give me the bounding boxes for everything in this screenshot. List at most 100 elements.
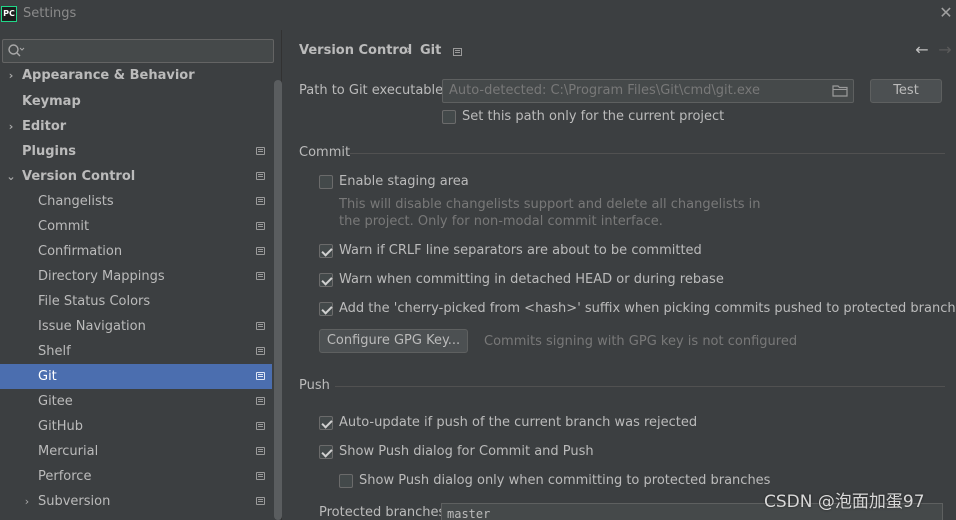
sidebar-item-issue-navigation[interactable]: Issue Navigation xyxy=(0,314,272,339)
chevron-right-icon[interactable]: › xyxy=(21,489,33,514)
sidebar-item-keymap[interactable]: Keymap xyxy=(0,89,272,114)
current-project-only-label: Set this path only for the current proje… xyxy=(462,109,725,124)
sidebar-item-label: Commit xyxy=(38,219,90,234)
gpg-status-text: Commits signing with GPG key is not conf… xyxy=(484,334,798,349)
warn-crlf-label: Warn if CRLF line separators are about t… xyxy=(339,243,702,258)
project-scope-icon xyxy=(256,147,265,155)
forward-arrow-icon[interactable]: → xyxy=(936,39,954,61)
project-scope-icon xyxy=(256,247,265,255)
pycharm-app-icon: PC xyxy=(1,6,17,22)
project-scope-icon xyxy=(256,497,265,505)
sidebar-item-label: Gitee xyxy=(38,394,73,409)
search-box[interactable] xyxy=(2,39,274,63)
push-section-title: Push xyxy=(299,378,330,393)
settings-sidebar: › Appearance & Behavior Keymap › Editor Plugi… xyxy=(0,30,282,520)
sidebar-item-appearance-behavior[interactable]: › Appearance & Behavior xyxy=(0,63,272,88)
git-path-label: Path to Git executable: xyxy=(299,83,448,98)
sidebar-item-changelists[interactable]: Changelists xyxy=(0,189,272,214)
sidebar-item-mercurial[interactable]: Mercurial xyxy=(0,439,272,464)
sidebar-item-git[interactable]: Git xyxy=(0,364,272,389)
project-scope-icon xyxy=(256,422,265,430)
warn-detached-head-checkbox[interactable] xyxy=(319,273,333,287)
project-scope-icon xyxy=(256,197,265,205)
project-scope-icon xyxy=(256,347,265,355)
sidebar-item-label: Git xyxy=(38,369,57,384)
staging-hint-line1: This will disable changelists support an… xyxy=(339,197,761,212)
search-icon xyxy=(8,44,25,57)
chevron-right-icon[interactable]: › xyxy=(5,63,17,88)
show-push-protected-checkbox[interactable] xyxy=(339,474,353,488)
project-scope-icon xyxy=(256,472,265,480)
sidebar-item-confirmation[interactable]: Confirmation xyxy=(0,239,272,264)
sidebar-item-label: Changelists xyxy=(38,194,114,209)
project-scope-icon xyxy=(256,447,265,455)
sidebar-item-label: Subversion xyxy=(38,494,111,509)
sidebar-item-gitee[interactable]: Gitee xyxy=(0,389,272,414)
protected-branches-label: Protected branches: xyxy=(319,505,450,520)
project-scope-icon xyxy=(256,222,265,230)
auto-update-label: Auto-update if push of the current branc… xyxy=(339,415,698,430)
test-button[interactable]: Test xyxy=(870,79,942,103)
sidebar-item-subversion[interactable]: › Subversion xyxy=(0,489,272,514)
sidebar-item-label: Plugins xyxy=(22,144,76,159)
push-section-divider xyxy=(335,386,945,387)
commit-section-title: Commit xyxy=(299,145,351,160)
sidebar-item-label: Perforce xyxy=(38,469,92,484)
git-path-input[interactable]: Auto-detected: C:\Program Files\Git\cmd\… xyxy=(442,79,854,103)
warn-detached-head-label: Warn when committing in detached HEAD or… xyxy=(339,272,724,287)
chevron-down-icon[interactable]: ⌄ xyxy=(5,164,17,189)
back-arrow-icon[interactable]: ← xyxy=(913,39,931,61)
enable-staging-checkbox[interactable] xyxy=(319,175,333,189)
configure-gpg-key-button[interactable]: Configure GPG Key... xyxy=(319,329,468,353)
breadcrumb-separator: › xyxy=(406,43,412,58)
project-scope-icon xyxy=(453,48,462,56)
show-push-dialog-label: Show Push dialog for Commit and Push xyxy=(339,444,594,459)
show-push-dialog-checkbox[interactable] xyxy=(319,445,333,459)
sidebar-item-label: Directory Mappings xyxy=(38,269,165,284)
project-scope-icon xyxy=(256,172,265,180)
chevron-right-icon[interactable]: › xyxy=(5,114,17,139)
sidebar-scrollbar[interactable] xyxy=(274,80,282,520)
window-title: Settings xyxy=(23,6,77,21)
project-scope-icon xyxy=(256,397,265,405)
sidebar-item-plugins[interactable]: Plugins xyxy=(0,139,272,164)
sidebar-item-file-status-colors[interactable]: File Status Colors xyxy=(0,289,272,314)
show-push-protected-label: Show Push dialog only when committing to… xyxy=(359,473,771,488)
settings-content: Version Control › Git ← → Path to Git ex… xyxy=(283,30,956,520)
csdn-watermark: CSDN @泡面加蛋97 xyxy=(764,492,925,512)
commit-section-divider xyxy=(350,153,945,154)
sidebar-item-label: Mercurial xyxy=(38,444,99,459)
cherry-pick-suffix-checkbox[interactable] xyxy=(319,302,333,316)
title-bar: PC Settings ✕ xyxy=(0,0,956,30)
sidebar-item-label: Confirmation xyxy=(38,244,123,259)
sidebar-item-shelf[interactable]: Shelf xyxy=(0,339,272,364)
sidebar-item-editor[interactable]: › Editor xyxy=(0,114,272,139)
current-project-only-checkbox[interactable] xyxy=(442,110,456,124)
enable-staging-label: Enable staging area xyxy=(339,174,469,189)
folder-icon[interactable] xyxy=(832,85,848,97)
project-scope-icon xyxy=(256,322,265,330)
sidebar-item-label: Version Control xyxy=(22,169,136,184)
sidebar-item-commit[interactable]: Commit xyxy=(0,214,272,239)
sidebar-item-directory-mappings[interactable]: Directory Mappings xyxy=(0,264,272,289)
sidebar-item-label: Issue Navigation xyxy=(38,319,146,334)
warn-crlf-checkbox[interactable] xyxy=(319,244,333,258)
close-icon[interactable]: ✕ xyxy=(938,3,954,23)
breadcrumb-parent[interactable]: Version Control xyxy=(299,43,412,58)
sidebar-item-perforce[interactable]: Perforce xyxy=(0,464,272,489)
staging-hint-line2: the project. Only for non-modal commit i… xyxy=(339,214,663,229)
sidebar-item-github[interactable]: GitHub xyxy=(0,414,272,439)
app-icon-text: PC xyxy=(3,9,15,18)
sidebar-item-label: Shelf xyxy=(38,344,71,359)
sidebar-item-label: Editor xyxy=(22,119,67,134)
sidebar-item-version-control[interactable]: ⌄ Version Control xyxy=(0,164,272,189)
sidebar-item-label: File Status Colors xyxy=(38,294,151,309)
breadcrumb-current: Git xyxy=(420,43,442,58)
auto-update-checkbox[interactable] xyxy=(319,416,333,430)
search-input[interactable] xyxy=(29,42,269,60)
sidebar-item-label: Appearance & Behavior xyxy=(22,68,195,83)
sidebar-item-label: GitHub xyxy=(38,419,84,434)
cherry-pick-suffix-label: Add the 'cherry-picked from <hash>' suff… xyxy=(339,301,956,316)
project-scope-icon xyxy=(256,372,265,380)
project-scope-icon xyxy=(256,272,265,280)
